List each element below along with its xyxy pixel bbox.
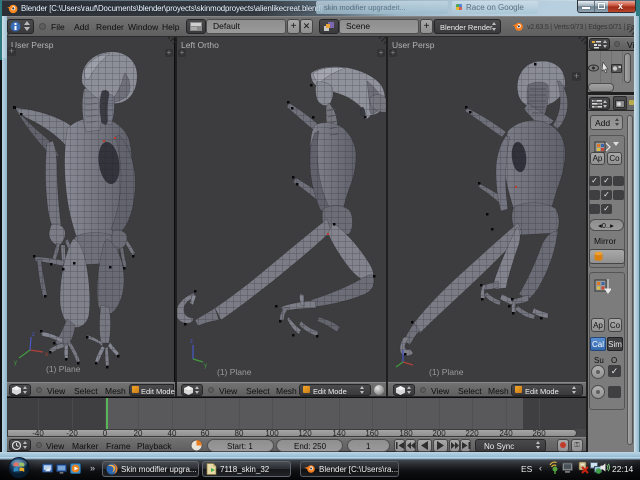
- svg-text:x: x: [45, 352, 48, 358]
- svg-text:z: z: [32, 332, 35, 338]
- svg-text:y: y: [14, 360, 17, 366]
- svg-text:y: y: [204, 363, 207, 369]
- svg-text:z: z: [190, 339, 193, 345]
